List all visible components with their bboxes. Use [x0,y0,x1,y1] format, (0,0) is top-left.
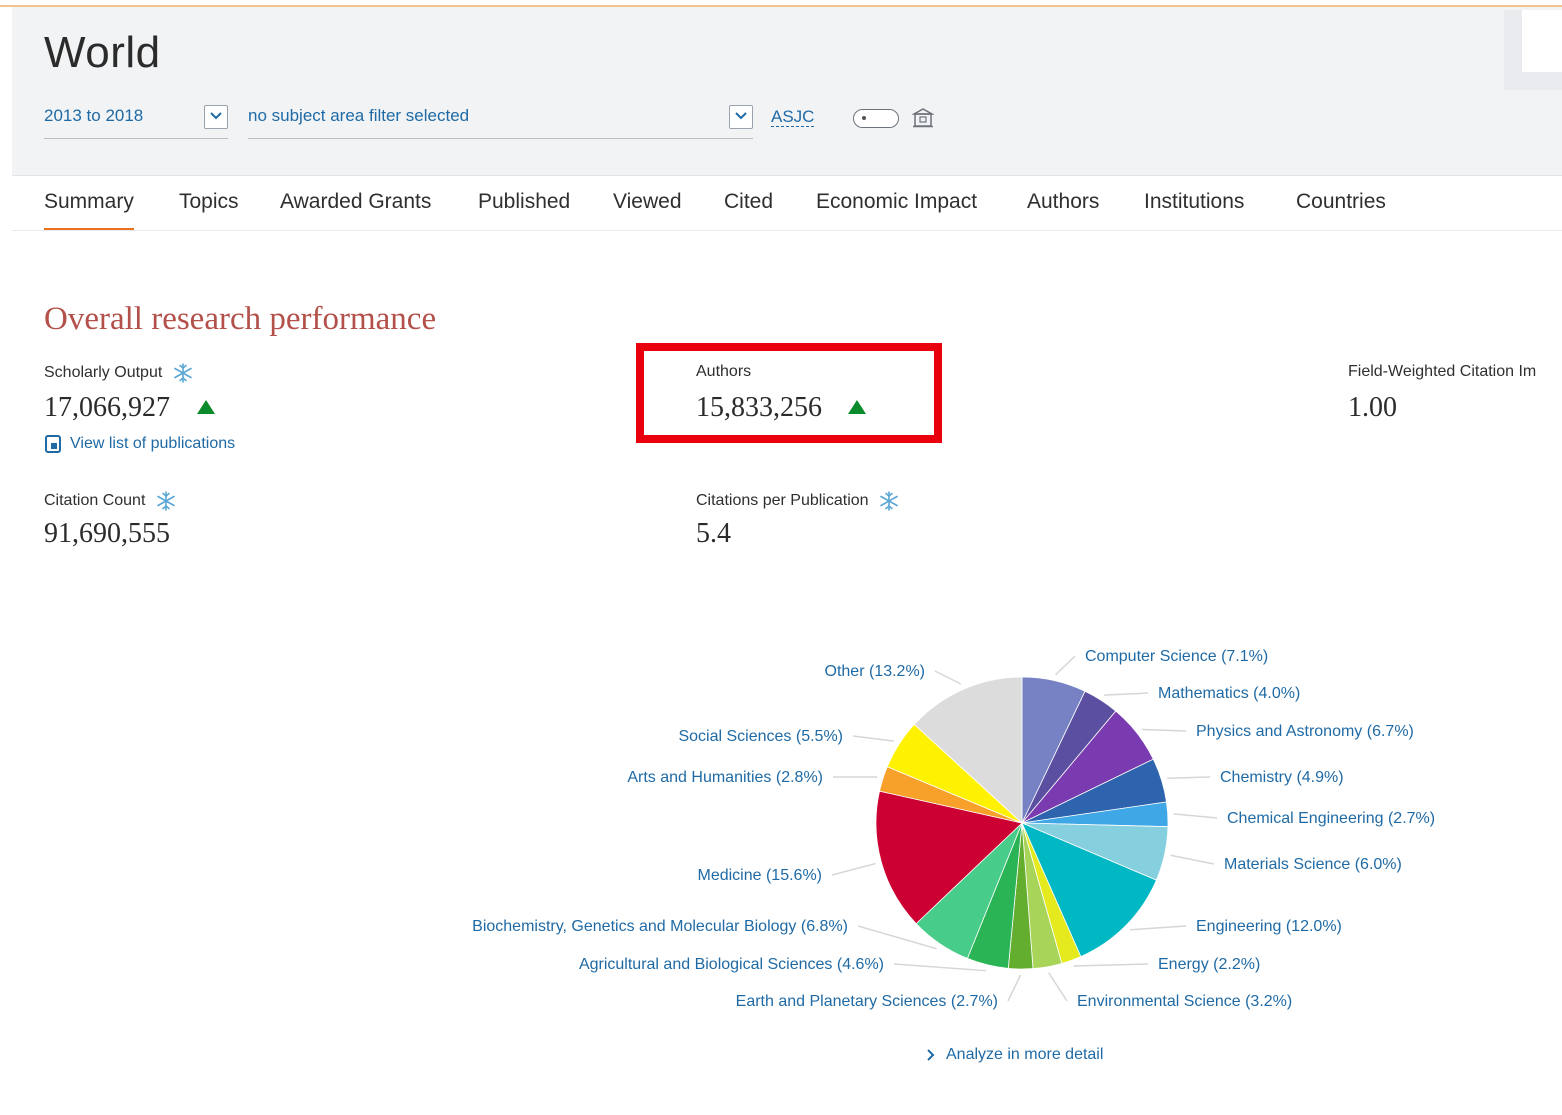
leader-line [934,670,962,685]
pie-slice-label[interactable]: Social Sciences (5.5%) [678,728,843,745]
pie-slice-label[interactable]: Engineering (12.0%) [1196,918,1342,935]
pie-slice-label[interactable]: Chemistry (4.9%) [1220,769,1344,786]
pie-slice-label[interactable]: Materials Science (6.0%) [1224,856,1402,873]
leader-line [1167,776,1211,780]
chevron-right-icon [927,1049,935,1061]
subject-area-pie-chart: Computer Science (7.1%) Mathematics (4.0%… [472,648,1435,1010]
pie-slice-label[interactable]: Physics and Astronomy (6.7%) [1196,723,1414,740]
pie-slice-label[interactable]: Computer Science (7.1%) [1085,648,1268,665]
pie-slice-label[interactable]: Other (13.2%) [825,663,925,680]
pie-slice-label[interactable]: Mathematics (4.0%) [1158,685,1300,702]
leader-line [1173,813,1218,819]
leader-line [1141,728,1187,732]
leader-line [1047,972,1068,1002]
leader-line [1170,854,1215,865]
leader-line [1007,974,1022,1002]
pie-slice-label[interactable]: Arts and Humanities (2.8%) [627,769,823,786]
pie-slice-label[interactable]: Earth and Planetary Sciences (2.7%) [736,993,998,1010]
pie-slice-label[interactable]: Energy (2.2%) [1158,956,1260,973]
leader-line [893,963,987,972]
pie-slice-label[interactable]: Biochemistry, Genetics and Molecular Bio… [472,918,848,935]
pie-slice-label[interactable]: Chemical Engineering (2.7%) [1227,810,1435,827]
pie-slice-label[interactable]: Agricultural and Biological Sciences (4.… [579,956,884,973]
leader-line [1073,963,1149,967]
leader-line [1055,655,1076,676]
leader-line [831,862,876,876]
analyze-more-label: Analyze in more detail [946,1046,1104,1063]
leader-line [1104,692,1149,696]
leader-line [852,735,895,742]
pie-slice-label[interactable]: Medicine (15.6%) [698,867,823,884]
analyze-more-link[interactable]: Analyze in more detail [926,1046,1103,1064]
leader-line [1130,925,1187,931]
pie-slice-label[interactable]: Environmental Science (3.2%) [1077,993,1292,1010]
